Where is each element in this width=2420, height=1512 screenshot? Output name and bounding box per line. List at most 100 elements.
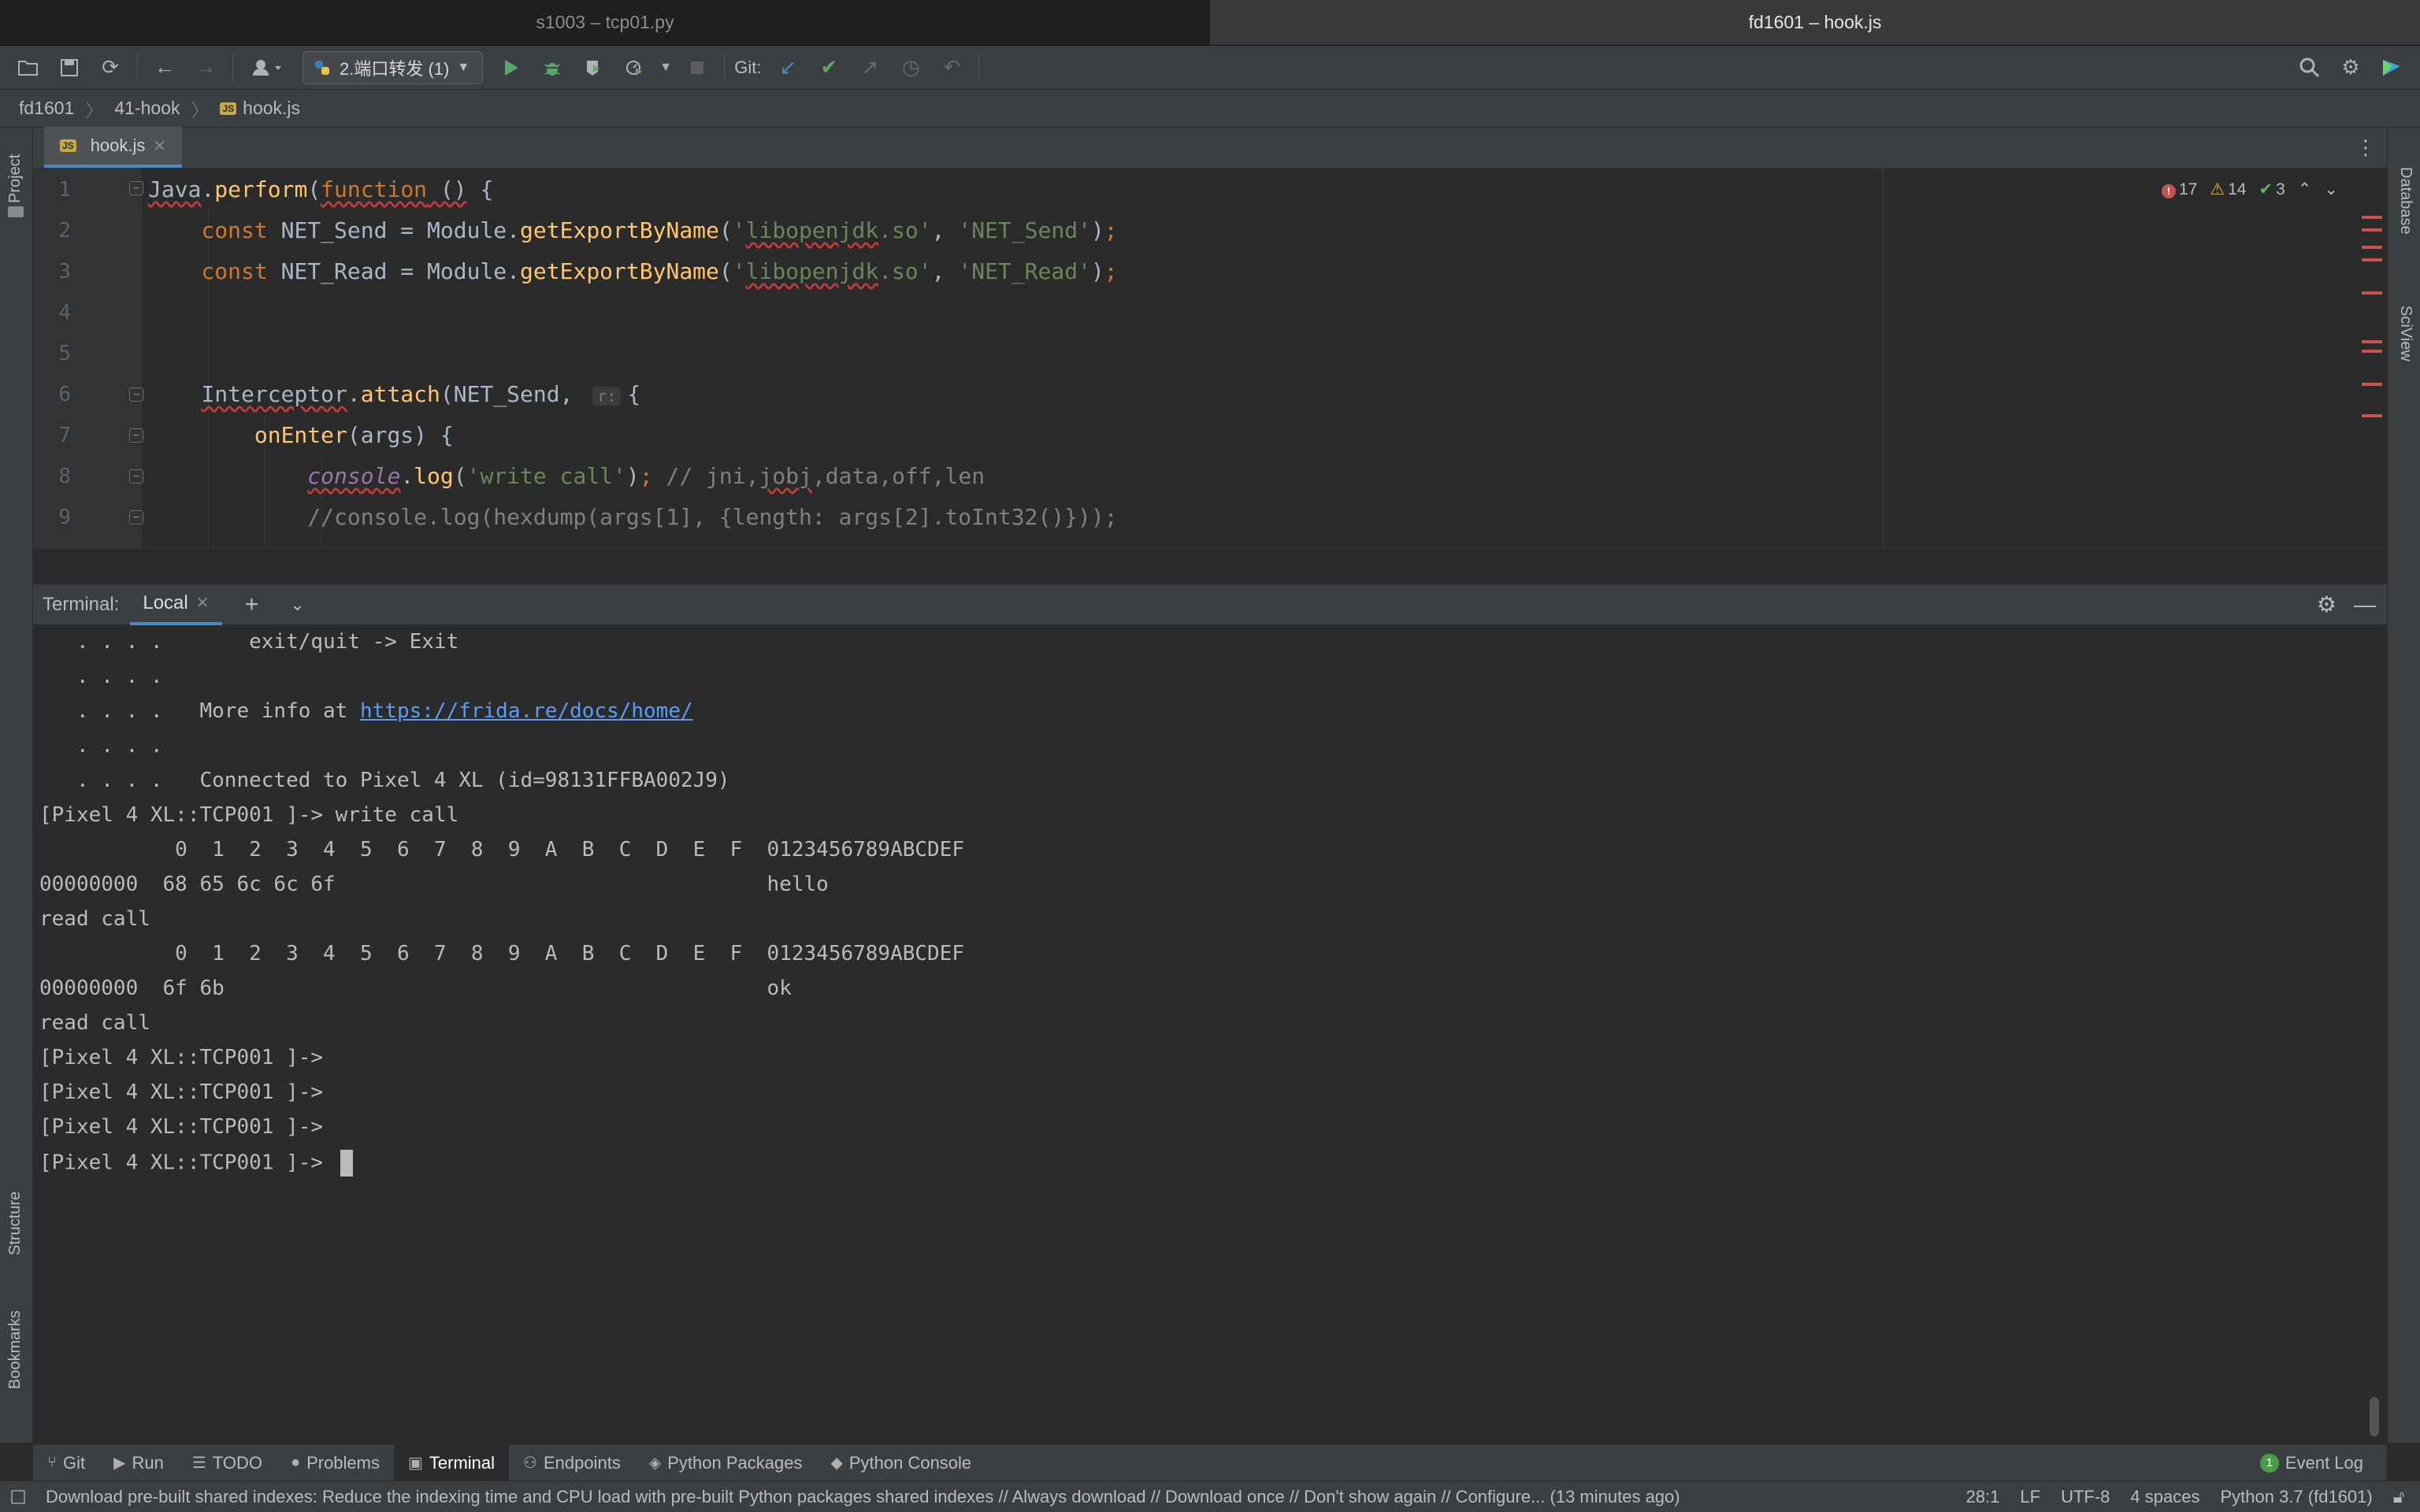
close-icon[interactable]: ✕	[196, 593, 210, 613]
run-tool-button[interactable]: ▶ Run	[99, 1445, 178, 1481]
forward-arrow-icon[interactable]: →	[185, 50, 226, 86]
git-tool-button[interactable]: ⑂ Git	[33, 1445, 99, 1481]
event-log-label: Event Log	[2285, 1452, 2363, 1473]
error-stripe-bar[interactable]	[2362, 200, 2382, 515]
file-encoding[interactable]: UTF-8	[2061, 1487, 2110, 1507]
structure-tool-button[interactable]: Structure	[6, 1191, 24, 1255]
line-number: 4	[58, 301, 71, 324]
endpoints-tool-button[interactable]: ⚇ Endpoints	[509, 1445, 635, 1481]
minimize-icon[interactable]: —	[2354, 592, 2376, 617]
terminal-line: read call	[39, 1011, 150, 1035]
editor-tab-label: hook.js	[90, 135, 146, 155]
gear-icon[interactable]: ⚙	[2317, 591, 2336, 617]
run-icon[interactable]	[491, 50, 532, 86]
fold-marker-icon[interactable]: −	[129, 387, 143, 402]
bookmarks-tool-button[interactable]: Bookmarks	[6, 1310, 24, 1389]
left-tool-strip: Project Structure Bookmarks	[0, 128, 33, 1443]
project-tool-button[interactable]: Project	[6, 154, 24, 203]
git-commit-icon[interactable]: ✔	[808, 50, 849, 86]
terminal-tab-local[interactable]: Local ✕	[130, 584, 222, 625]
next-highlight-icon[interactable]: ⌄	[2324, 180, 2338, 199]
git-branch-icon: ⑂	[47, 1454, 57, 1471]
fold-marker-icon[interactable]: −	[129, 510, 143, 524]
terminal-tool-button[interactable]: ▣ Terminal	[393, 1444, 510, 1481]
window-tab-tcp01[interactable]: s1003 – tcp01.py	[0, 0, 1210, 46]
window-tab-hookjs[interactable]: fd1601 – hook.js	[1210, 0, 2420, 46]
indent-setting[interactable]: 4 spaces	[2130, 1487, 2199, 1507]
git-rollback-icon[interactable]: ↶	[931, 50, 972, 86]
sync-icon[interactable]: ⟳	[90, 50, 131, 86]
tool-window-bar: ⑂ Git ▶ Run ☰ TODO ● Problems ▣ Terminal ⚇ End…	[33, 1444, 2387, 1481]
database-tool-button[interactable]: Database	[2396, 167, 2414, 235]
terminal-line: 0 1 2 3 4 5 6 7 8 9 A B C D E F 01234567…	[39, 838, 964, 862]
problems-tool-label: Problems	[306, 1452, 380, 1473]
error-stripe[interactable]	[2362, 291, 2382, 295]
error-stripe[interactable]	[2362, 246, 2382, 249]
error-stripe[interactable]	[2362, 340, 2382, 343]
terminal-scrollbar[interactable]	[2370, 1397, 2379, 1436]
terminal-line: . . . . exit/quit -> Exit	[39, 630, 459, 654]
terminal-text: . . . . More info at	[39, 699, 360, 723]
error-stripe[interactable]	[2362, 258, 2382, 261]
lock-icon[interactable]: 🔓︎	[2393, 1487, 2404, 1507]
gear-icon[interactable]: ⚙	[2330, 50, 2371, 86]
run-configuration-select[interactable]: 2.端口转发 (1) ▼	[302, 50, 484, 84]
editor-tab-hookjs[interactable]: JS hook.js ✕	[44, 127, 183, 168]
error-stripe[interactable]	[2362, 414, 2382, 417]
terminal-output[interactable]: . . . . exit/quit -> Exit . . . . . . . …	[33, 625, 2387, 1444]
git-history-icon[interactable]: ◷	[890, 50, 931, 86]
python-console-tool-label: Python Console	[848, 1452, 972, 1473]
error-count: ! 17	[2161, 180, 2197, 199]
terminal-line: [Pixel 4 XL::TCP001 ]->	[39, 1046, 324, 1069]
debug-icon[interactable]	[532, 50, 573, 86]
profile-icon[interactable]	[614, 50, 655, 86]
breadcrumb-project[interactable]: fd1601	[19, 98, 74, 119]
sciview-tool-button[interactable]: SciView	[2396, 306, 2414, 361]
problems-tool-button[interactable]: ● Problems	[277, 1445, 394, 1481]
previous-highlight-icon[interactable]: ⌃	[2298, 180, 2312, 199]
chevron-right-icon: 〉	[85, 99, 104, 120]
python-console-tool-button[interactable]: ◆ Python Console	[816, 1445, 985, 1481]
close-icon[interactable]: ✕	[153, 136, 166, 156]
error-stripe[interactable]	[2362, 350, 2382, 353]
chevron-down-icon[interactable]: ⌄	[282, 595, 314, 615]
error-stripe[interactable]	[2362, 383, 2382, 386]
fold-marker-icon[interactable]: −	[129, 428, 143, 443]
editor-terminal-splitter[interactable]	[33, 548, 2387, 584]
line-separator[interactable]: LF	[2020, 1487, 2040, 1507]
git-update-icon[interactable]: ↙	[767, 50, 808, 86]
save-icon[interactable]	[49, 50, 90, 86]
error-stripe[interactable]	[2362, 216, 2382, 219]
python-packages-tool-button[interactable]: ◈ Python Packages	[635, 1445, 817, 1481]
event-log-button[interactable]: 1 Event Log	[2246, 1445, 2377, 1481]
right-tool-strip: Database SciView	[2387, 128, 2420, 1443]
status-widgets: 28:1 LF UTF-8 4 spaces Python 3.7 (fd160…	[1966, 1487, 2404, 1507]
back-arrow-icon[interactable]: ←	[144, 50, 185, 86]
fold-marker-icon[interactable]: −	[129, 469, 143, 484]
open-folder-icon[interactable]	[8, 50, 49, 86]
jetbrains-toolbox-icon[interactable]	[2371, 50, 2412, 86]
more-run-options-icon[interactable]: ▼	[655, 50, 677, 86]
git-push-icon[interactable]: ↗	[849, 50, 890, 86]
breadcrumb-file[interactable]: hook.js	[243, 98, 300, 119]
python-interpreter[interactable]: Python 3.7 (fd1601)	[2220, 1487, 2372, 1507]
more-vertical-icon[interactable]: ⋮	[2355, 135, 2376, 160]
user-icon[interactable]	[239, 50, 295, 86]
todo-tool-label: TODO	[212, 1452, 262, 1473]
frida-docs-link[interactable]: https://frida.re/docs/home/	[360, 699, 693, 723]
search-icon[interactable]	[2289, 50, 2330, 86]
editor-tab-bar: JS hook.js ✕ ⋮	[33, 127, 2387, 169]
fold-marker-icon[interactable]: −	[129, 181, 143, 195]
stop-icon[interactable]	[677, 50, 718, 86]
coverage-icon[interactable]	[573, 50, 614, 86]
code-editor[interactable]: 1 2 3 4 5 6 7 8 9 − − − − − Java.perform…	[33, 169, 2387, 548]
error-stripe[interactable]	[2362, 228, 2382, 232]
add-terminal-icon[interactable]: +	[236, 591, 268, 618]
breadcrumb-folder[interactable]: 41-hook	[114, 98, 180, 119]
todo-tool-button[interactable]: ☰ TODO	[178, 1445, 277, 1481]
layout-toggle-icon[interactable]	[11, 1489, 25, 1504]
chevron-down-icon: ▼	[457, 60, 470, 74]
inspection-widget[interactable]: ! 17 ⚠ 14 ✔ 3 ⌃ ⌄	[2161, 180, 2338, 199]
caret-position[interactable]: 28:1	[1966, 1487, 2000, 1507]
status-message[interactable]: Download pre-built shared indexes: Reduc…	[46, 1487, 1680, 1507]
